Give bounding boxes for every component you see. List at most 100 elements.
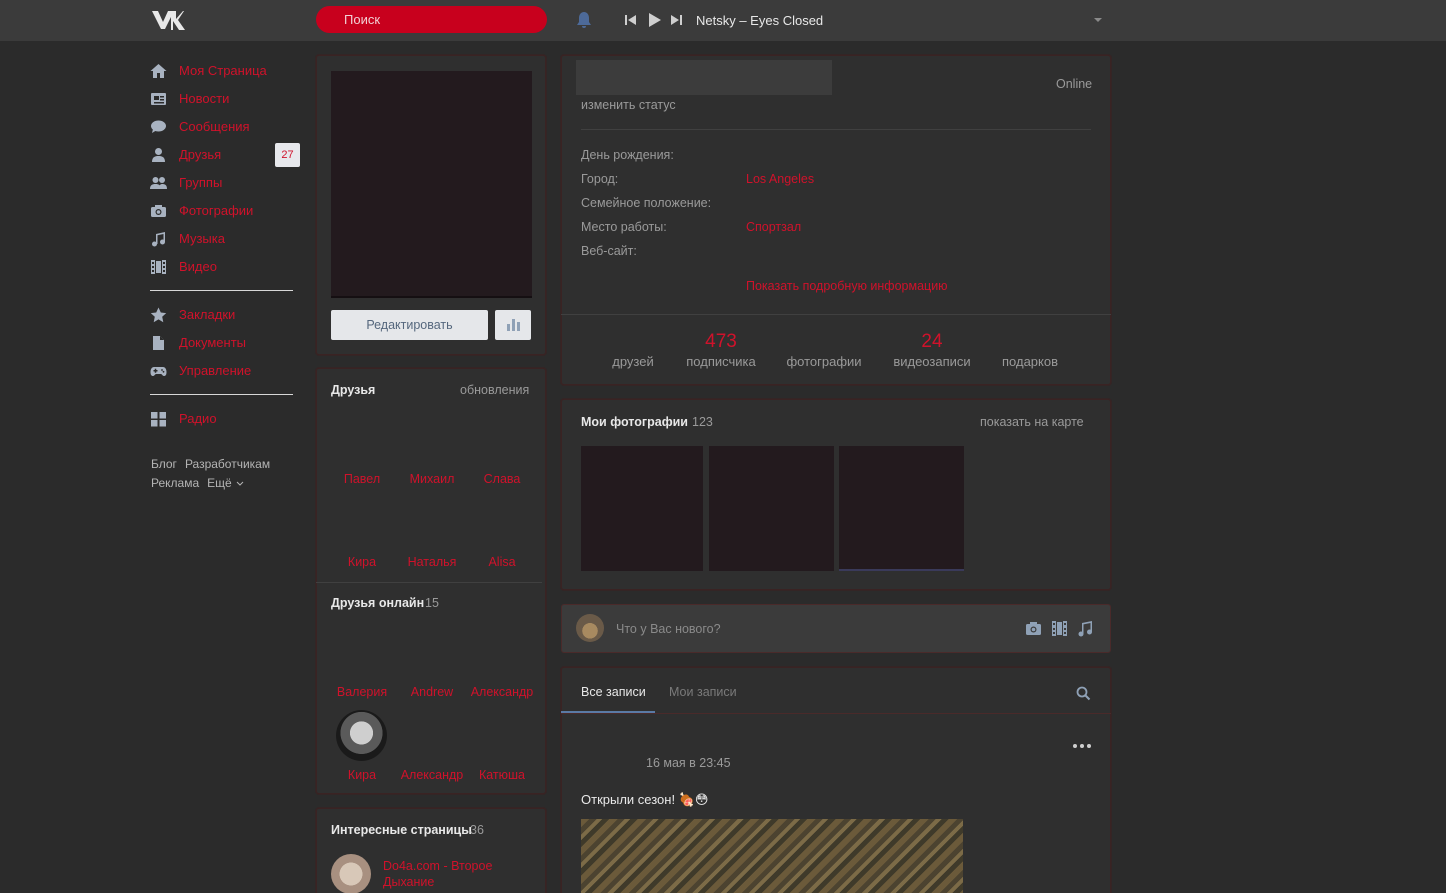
chevron-down-icon (236, 481, 244, 486)
sidebar-item-groups[interactable]: Группы (150, 170, 300, 198)
sidebar-divider (150, 290, 293, 291)
friend-name[interactable]: Кира (327, 555, 397, 569)
notifications-bell-icon[interactable] (576, 11, 592, 29)
friends-count-badge[interactable]: 27 (275, 143, 300, 167)
friend-name[interactable]: Alisa (467, 555, 537, 569)
sidebar-item-manage[interactable]: Управление (150, 358, 300, 386)
page-link[interactable]: Do4a.com - Второе Дыхание (383, 858, 513, 890)
show-on-map-link[interactable]: показать на карте (980, 415, 1084, 429)
post-image[interactable] (581, 819, 963, 893)
sidebar-item-radio[interactable]: Радио (150, 406, 300, 434)
friend-name[interactable]: Павел (327, 472, 397, 486)
info-label-city: Город: (581, 172, 619, 186)
info-value-work[interactable]: Спортзал (746, 220, 801, 234)
show-details-link[interactable]: Показать подробную информацию (746, 279, 948, 293)
sidebar-item-video[interactable]: Видео (150, 254, 300, 282)
more-link[interactable]: Ещё (207, 476, 244, 490)
sidebar-item-label: Видео (179, 259, 217, 274)
vk-logo-icon[interactable] (151, 8, 185, 32)
counter-followers[interactable]: 473 подписчика (676, 331, 766, 369)
sidebar-item-news[interactable]: Новости (150, 86, 300, 114)
counter-caption: фотографии (786, 354, 862, 369)
photo-thumbnail[interactable] (581, 446, 703, 571)
chevron-down-icon[interactable] (1093, 16, 1103, 24)
counter-value: 24 (921, 331, 943, 352)
friend-name[interactable]: Валерия (327, 685, 397, 699)
photos-title[interactable]: Мои фотографии (581, 415, 688, 429)
counter-value (990, 331, 1070, 353)
more-options-icon[interactable] (1072, 743, 1092, 749)
friends-online-title[interactable]: Друзья онлайн (331, 596, 424, 610)
attach-video-icon[interactable] (1052, 621, 1067, 636)
my-avatar[interactable] (576, 614, 604, 642)
info-label-birthday: День рождения: (581, 148, 674, 162)
info-label-work: Место работы: (581, 220, 667, 234)
new-post-input[interactable]: Что у Вас нового? (616, 622, 721, 636)
ads-link[interactable]: Реклама (151, 476, 199, 490)
star-icon (150, 307, 167, 323)
photo-thumbnail[interactable] (839, 446, 964, 571)
user-icon (152, 148, 165, 162)
friend-name[interactable]: Александр (467, 685, 537, 699)
friend-name[interactable]: Михаил (397, 472, 467, 486)
sidebar-item-messages[interactable]: Сообщения (150, 114, 300, 142)
current-track-title[interactable]: Netsky – Eyes Closed (696, 13, 823, 28)
previous-track-icon[interactable] (624, 13, 638, 27)
friend-name[interactable]: Наталья (397, 555, 467, 569)
friend-avatar[interactable] (336, 710, 387, 761)
sidebar-item-label: Сообщения (179, 119, 250, 134)
counter-caption: подписчика (686, 354, 756, 369)
counter-value (593, 331, 673, 353)
sidebar-item-photos[interactable]: Фотографии (150, 198, 300, 226)
photos-count: 123 (692, 415, 713, 429)
change-status-link[interactable]: изменить статус (581, 98, 676, 112)
friend-name[interactable]: Andrew (397, 685, 467, 699)
document-icon (153, 336, 164, 350)
page-avatar[interactable] (331, 854, 371, 893)
counter-value (779, 331, 869, 353)
video-icon (151, 260, 166, 274)
news-icon (151, 93, 166, 105)
next-track-icon[interactable] (669, 13, 683, 27)
sidebar-item-label: Радио (179, 411, 217, 426)
sidebar-divider (150, 394, 293, 395)
attach-music-icon[interactable] (1077, 620, 1093, 637)
friends-updates-link[interactable]: обновления (460, 383, 529, 397)
attach-photo-icon[interactable] (1025, 621, 1042, 636)
friend-name[interactable]: Александр (396, 768, 468, 782)
pages-title[interactable]: Интересные страницы (331, 823, 472, 837)
stats-button[interactable] (495, 310, 531, 340)
developers-link[interactable]: Разработчикам (185, 457, 270, 471)
counter-photos[interactable]: фотографии (779, 331, 869, 369)
sidebar-item-label: Группы (179, 175, 223, 190)
profile-avatar[interactable] (331, 71, 532, 298)
play-icon[interactable] (646, 12, 662, 28)
friend-name[interactable]: Катюша (467, 768, 537, 782)
sidebar-item-bookmarks[interactable]: Закладки (150, 302, 300, 330)
counter-caption: друзей (612, 354, 654, 369)
sidebar-item-music[interactable]: Музыка (150, 226, 300, 254)
info-value-city[interactable]: Los Angeles (746, 172, 814, 186)
friend-name[interactable]: Слава (467, 472, 537, 486)
sidebar-item-label: Моя Страница (179, 63, 267, 78)
friend-name[interactable]: Кира (327, 768, 397, 782)
sidebar-item-friends[interactable]: Друзья 27 (150, 142, 300, 170)
post-date[interactable]: 16 мая в 23:45 (646, 756, 731, 770)
online-status: Online (1056, 77, 1093, 91)
sidebar-item-documents[interactable]: Документы (150, 330, 300, 358)
counter-friends[interactable]: друзей (593, 331, 673, 369)
sidebar-item-my-page[interactable]: Моя Страница (150, 58, 300, 86)
section-divider (561, 713, 1111, 714)
sidebar-item-label: Закладки (179, 307, 236, 322)
edit-profile-button[interactable]: Редактировать (331, 310, 488, 340)
home-icon (150, 64, 167, 78)
search-input[interactable]: Поиск (316, 6, 547, 33)
tab-my-posts[interactable]: Мои записи (669, 685, 737, 699)
search-icon[interactable] (1076, 686, 1091, 701)
counter-gifts[interactable]: подарков (990, 331, 1070, 369)
friends-title[interactable]: Друзья (331, 383, 375, 397)
photo-thumbnail[interactable] (709, 446, 834, 571)
counter-videos[interactable]: 24 видеозаписи (885, 331, 979, 369)
blog-link[interactable]: Блог (151, 457, 177, 471)
tab-all-posts[interactable]: Все записи (581, 685, 646, 699)
